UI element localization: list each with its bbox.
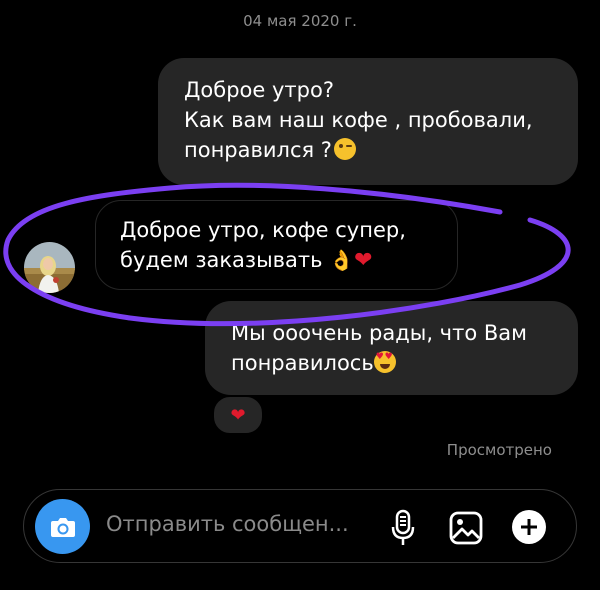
outgoing-message-1[interactable]: Доброе утро? Как вам наш кофе , пробовал… xyxy=(158,58,578,185)
message-line: Доброе утро, кофе супер, xyxy=(120,218,406,242)
plus-icon xyxy=(512,510,546,544)
outgoing-message-2[interactable]: Мы ооочень рады, что Вам понравилось xyxy=(205,301,578,395)
message-composer: Отправить сообщен... xyxy=(23,489,577,563)
camera-button[interactable] xyxy=(35,499,90,554)
gallery-button[interactable] xyxy=(448,510,484,546)
seen-status: Просмотрено xyxy=(446,441,552,459)
winking-face-icon xyxy=(333,138,356,160)
red-heart-icon: ❤ xyxy=(230,404,246,426)
message-input[interactable]: Отправить сообщен... xyxy=(106,512,349,536)
microphone-icon xyxy=(391,509,415,545)
message-line: понравилось xyxy=(231,348,578,378)
message-line: Как вам наш кофе , пробовали, xyxy=(184,108,533,132)
avatar[interactable] xyxy=(24,242,75,293)
avatar-photo xyxy=(24,242,75,293)
message-line: понравился ? xyxy=(184,135,578,165)
camera-icon xyxy=(50,517,75,537)
message-line-text: будем заказывать xyxy=(120,248,323,272)
message-line-text: понравился ? xyxy=(184,138,332,162)
message-line-text: понравилось xyxy=(231,351,374,375)
incoming-message[interactable]: Доброе утро, кофе супер, будем заказыват… xyxy=(95,200,458,290)
more-button[interactable] xyxy=(511,509,547,545)
date-header: 04 мая 2020 г. xyxy=(243,12,357,30)
microphone-button[interactable] xyxy=(388,508,418,548)
heart-eyes-face-icon xyxy=(373,351,396,373)
ok-hand-icon: 👌 xyxy=(329,248,355,272)
message-line: Доброе утро? xyxy=(184,78,334,102)
message-line: Мы ооочень рады, что Вам xyxy=(231,321,527,345)
gallery-icon xyxy=(449,511,483,545)
message-line: будем заказывать 👌❤ xyxy=(120,245,457,276)
reaction-heart-button[interactable]: ❤ xyxy=(212,395,264,435)
red-heart-icon: ❤ xyxy=(354,248,373,273)
